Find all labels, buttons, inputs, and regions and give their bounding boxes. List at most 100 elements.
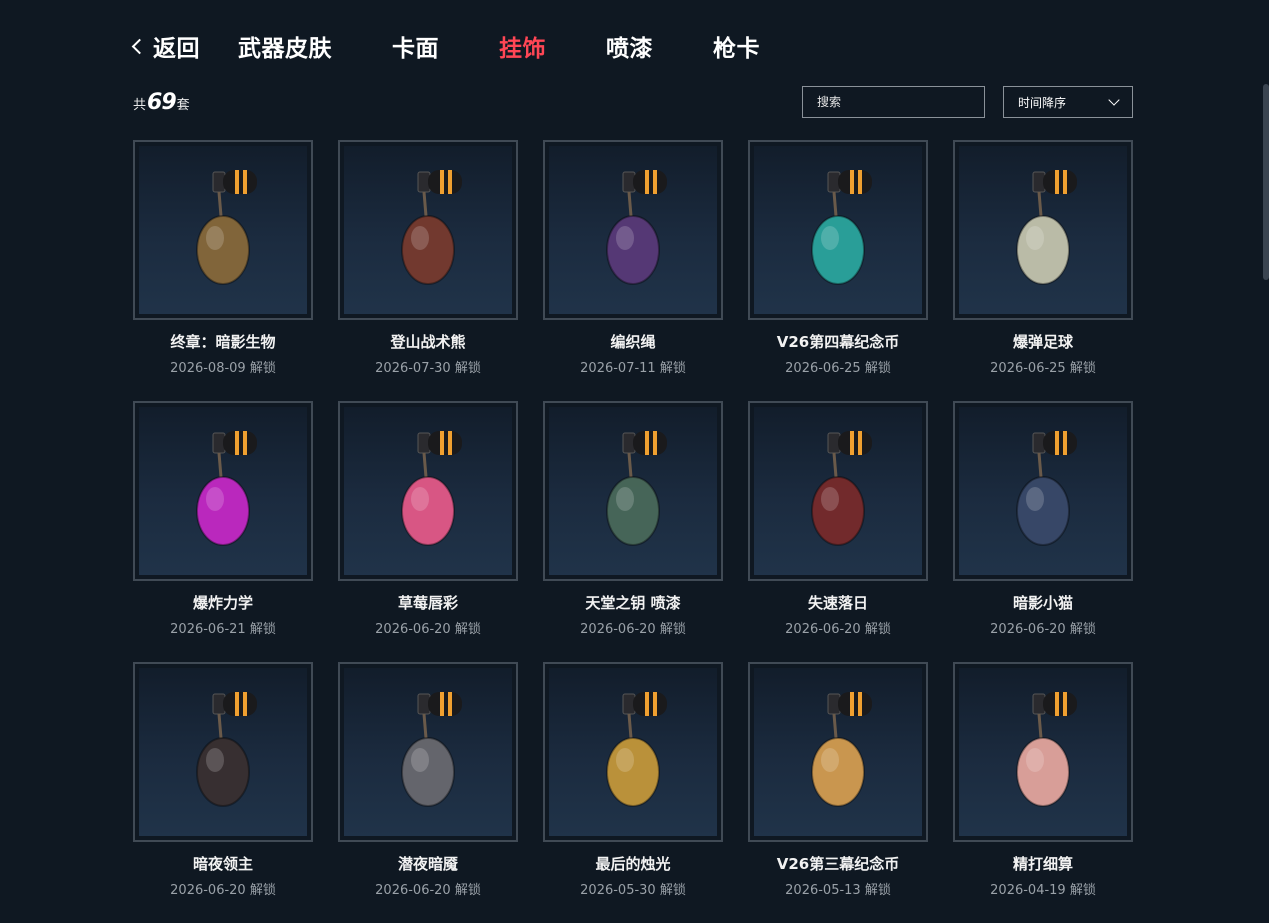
count-prefix: 共 bbox=[133, 98, 147, 113]
charm-grid: 终章：暗影生物 2026-08-09 解锁 登山战术熊 2026-07-30 解锁 编织… bbox=[133, 140, 1133, 923]
count-number: 69 bbox=[147, 90, 177, 115]
charm-thumbnail-frame bbox=[549, 407, 717, 575]
charm-thumbnail bbox=[133, 401, 313, 581]
charm-thumbnail-frame bbox=[139, 668, 307, 836]
tab-titles[interactable]: 枪卡 bbox=[713, 29, 760, 63]
charm-thumbnail-frame bbox=[959, 668, 1127, 836]
charm-card[interactable]: 天堂之钥 喷漆 2026-06-20 解锁 bbox=[543, 401, 723, 662]
charm-unlock-date: 2026-06-20 解锁 bbox=[990, 622, 1096, 637]
charm-thumbnail-frame bbox=[344, 407, 512, 575]
sort-dropdown[interactable]: 时间降序 bbox=[1003, 86, 1133, 118]
charm-thumbnail bbox=[338, 662, 518, 842]
charm-name: 天堂之钥 喷漆 bbox=[585, 594, 681, 612]
charm-thumbnail bbox=[748, 401, 928, 581]
charm-thumbnail-frame bbox=[959, 146, 1127, 314]
heaven-key-pegasus-charm-icon bbox=[606, 431, 667, 546]
charm-card[interactable]: 暗影小猫 2026-06-20 解锁 bbox=[953, 401, 1133, 662]
charm-name: 草莓唇彩 bbox=[397, 594, 458, 612]
climbing-bear-charm-icon bbox=[401, 170, 462, 285]
charm-thumbnail bbox=[543, 662, 723, 842]
charm-unlock-date: 2026-07-30 解锁 bbox=[375, 361, 481, 376]
braided-rope-charm-icon bbox=[606, 170, 667, 285]
charm-name: 爆炸力学 bbox=[192, 594, 253, 612]
count-suffix: 套 bbox=[176, 98, 190, 113]
charm-name: 精打细算 bbox=[1012, 855, 1073, 873]
charm-name: 失速落日 bbox=[807, 594, 868, 612]
charm-thumbnail bbox=[748, 662, 928, 842]
charm-card[interactable]: 终章：暗影生物 2026-08-09 解锁 bbox=[133, 140, 313, 401]
charm-card[interactable]: 暗夜领主 2026-06-20 解锁 bbox=[133, 662, 313, 923]
charm-card[interactable]: 登山战术熊 2026-07-30 解锁 bbox=[338, 140, 518, 401]
charm-unlock-date: 2026-06-20 解锁 bbox=[785, 622, 891, 637]
search-input[interactable] bbox=[802, 86, 985, 118]
charm-thumbnail bbox=[338, 401, 518, 581]
back-label: 返回 bbox=[153, 36, 200, 62]
piggy-bank-charm-icon bbox=[1016, 692, 1077, 807]
charm-thumbnail-frame bbox=[139, 407, 307, 575]
charm-unlock-date: 2026-06-20 解锁 bbox=[170, 883, 276, 898]
charm-thumbnail bbox=[133, 662, 313, 842]
charm-name: 终章：暗影生物 bbox=[170, 333, 276, 351]
charm-thumbnail-frame bbox=[139, 146, 307, 314]
scrollbar[interactable] bbox=[1263, 84, 1269, 280]
charm-card[interactable]: 最后的烛光 2026-05-30 解锁 bbox=[543, 662, 723, 923]
v26-act3-coin-charm-icon bbox=[811, 692, 872, 807]
sort-selected-label: 时间降序 bbox=[1018, 95, 1067, 110]
charm-thumbnail-frame bbox=[754, 668, 922, 836]
tab-gun-buddies[interactable]: 挂饰 bbox=[499, 29, 546, 63]
charm-card[interactable]: 草莓唇彩 2026-06-20 解锁 bbox=[338, 401, 518, 662]
charm-unlock-date: 2026-05-13 解锁 bbox=[785, 883, 891, 898]
charm-name: 编织绳 bbox=[610, 333, 656, 351]
charm-name: 登山战术熊 bbox=[390, 333, 466, 351]
charm-thumbnail-frame bbox=[549, 146, 717, 314]
charm-name: 暗影小猫 bbox=[1012, 594, 1073, 612]
charm-card[interactable]: V26第三幕纪念币 2026-05-13 解锁 bbox=[748, 662, 928, 923]
charm-thumbnail bbox=[953, 662, 1133, 842]
tab-weapon-skins[interactable]: 武器皮肤 bbox=[238, 29, 332, 63]
charm-card[interactable]: 爆炸力学 2026-06-21 解锁 bbox=[133, 401, 313, 662]
charm-card[interactable]: V26第四幕纪念币 2026-06-25 解锁 bbox=[748, 140, 928, 401]
spike-football-charm-icon bbox=[1016, 170, 1077, 285]
top-nav: 返回 武器皮肤 卡面 挂饰 喷漆 枪卡 bbox=[130, 28, 760, 64]
charm-name: V26第三幕纪念币 bbox=[776, 855, 900, 873]
strawberry-lipgloss-charm-icon bbox=[401, 431, 462, 546]
charm-card[interactable]: 失速落日 2026-06-20 解锁 bbox=[748, 401, 928, 662]
charm-thumbnail bbox=[133, 140, 313, 320]
charm-thumbnail-frame bbox=[754, 146, 922, 314]
charm-thumbnail bbox=[953, 140, 1133, 320]
charm-thumbnail bbox=[748, 140, 928, 320]
back-button[interactable]: 返回 bbox=[130, 29, 200, 63]
charm-thumbnail-frame bbox=[344, 668, 512, 836]
charm-name: 最后的烛光 bbox=[595, 855, 671, 873]
night-nightmare-charm-icon bbox=[401, 692, 462, 807]
tab-sprays[interactable]: 喷漆 bbox=[606, 29, 653, 63]
v26-act4-coin-charm-icon bbox=[811, 170, 872, 285]
charm-unlock-date: 2026-06-20 解锁 bbox=[375, 622, 481, 637]
shadow-creature-charm-icon bbox=[196, 170, 257, 285]
charm-thumbnail-frame bbox=[549, 668, 717, 836]
stalling-sunset-charm-icon bbox=[811, 431, 872, 546]
charm-card[interactable]: 编织绳 2026-07-11 解锁 bbox=[543, 140, 723, 401]
charm-unlock-date: 2026-08-09 解锁 bbox=[170, 361, 276, 376]
tab-player-cards[interactable]: 卡面 bbox=[392, 29, 439, 63]
night-lord-charm-icon bbox=[196, 692, 257, 807]
charm-card[interactable]: 精打细算 2026-04-19 解锁 bbox=[953, 662, 1133, 923]
charm-thumbnail bbox=[953, 401, 1133, 581]
charm-thumbnail-frame bbox=[754, 407, 922, 575]
shadow-kitten-charm-icon bbox=[1016, 431, 1077, 546]
charm-card[interactable]: 潜夜暗魇 2026-06-20 解锁 bbox=[338, 662, 518, 923]
charm-unlock-date: 2026-06-25 解锁 bbox=[785, 361, 891, 376]
charm-thumbnail-frame bbox=[344, 146, 512, 314]
chevron-left-icon bbox=[131, 38, 148, 54]
charm-thumbnail bbox=[338, 140, 518, 320]
total-count: 共 69 套 bbox=[133, 90, 190, 115]
charm-thumbnail bbox=[543, 140, 723, 320]
charm-unlock-date: 2026-06-21 解锁 bbox=[170, 622, 276, 637]
charm-thumbnail-frame bbox=[959, 407, 1127, 575]
charm-card[interactable]: 爆弹足球 2026-06-25 解锁 bbox=[953, 140, 1133, 401]
charm-unlock-date: 2026-07-11 解锁 bbox=[580, 361, 686, 376]
charm-unlock-date: 2026-05-30 解锁 bbox=[580, 883, 686, 898]
chevron-down-icon bbox=[1108, 94, 1120, 106]
last-candlelight-charm-icon bbox=[606, 692, 667, 807]
explosion-mechanics-charm-icon bbox=[196, 431, 257, 546]
